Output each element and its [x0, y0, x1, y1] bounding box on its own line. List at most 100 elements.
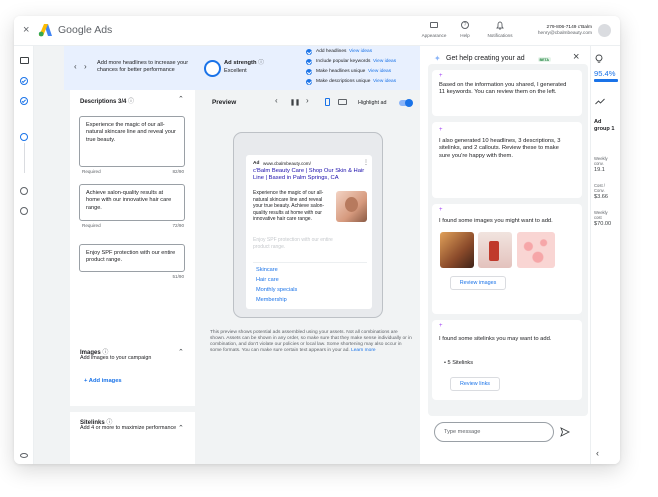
message-text: I found some images you might want to ad… — [439, 218, 553, 224]
close-icon[interactable]: × — [23, 24, 29, 36]
step-done-icon[interactable] — [20, 97, 28, 105]
check-icon — [306, 69, 312, 75]
checklist-item: Make descriptions unique View ideas — [306, 79, 418, 87]
top-bar: × Google Ads Appearance ? Help Notificat… — [14, 16, 620, 46]
avatar[interactable] — [598, 24, 611, 37]
suggested-image-3[interactable] — [517, 232, 555, 268]
assistant-title: Get help creating your ad — [446, 55, 525, 62]
expand-icon[interactable]: ⌃ — [178, 348, 184, 356]
stat-label: Cost / Conv. — [594, 183, 605, 193]
beta-badge: BETA — [538, 57, 551, 62]
bullet-icon: • — [444, 360, 446, 366]
expand-icon[interactable]: ⌃ — [178, 424, 184, 432]
step-pending-icon[interactable] — [20, 187, 28, 195]
review-images-button[interactable]: Review images — [450, 276, 506, 290]
message-text: I found some sitelinks you may want to a… — [439, 336, 552, 342]
assistant-message-2: + I also generated 10 headlines, 3 descr… — [432, 122, 582, 198]
sparkle-icon: + — [439, 323, 443, 329]
close-assistant-icon[interactable]: × — [573, 51, 579, 63]
bell-icon[interactable] — [496, 21, 504, 30]
stat-label: Weekly cost — [594, 210, 608, 220]
description-field-2[interactable]: Achieve salon-quality results at home wi… — [79, 184, 185, 221]
assets-panel: Descriptions 3/4 ⓘ ⌃ Experience the magi… — [70, 90, 195, 346]
account-email: henry@cbalmbeauty.com — [537, 31, 592, 36]
prev-icon[interactable]: ‹ — [275, 96, 278, 105]
next-icon[interactable]: › — [306, 96, 309, 105]
chevron-left-icon[interactable]: ‹ — [74, 63, 77, 71]
checklist-text: Make descriptions unique — [316, 79, 371, 84]
suggested-image-1[interactable] — [440, 232, 474, 268]
view-ideas-link[interactable]: View ideas — [368, 69, 391, 75]
desktop-icon[interactable] — [338, 99, 347, 105]
help-label[interactable]: Help — [453, 33, 477, 39]
campaign-icon[interactable] — [20, 57, 29, 64]
checklist-text: Add headlines — [316, 49, 347, 54]
message-text: Based on the information you shared, I g… — [439, 82, 567, 96]
notifications-label[interactable]: Notifications — [480, 33, 520, 39]
message-text: I also generated 10 headlines, 3 descrip… — [439, 138, 561, 159]
description-field-1[interactable]: Experience the magic of our all-natural … — [79, 116, 185, 167]
left-rail — [14, 46, 34, 464]
add-images-button[interactable]: + Add images — [84, 378, 122, 384]
ad-strength-label: Ad strength ⓘ — [224, 60, 264, 66]
highlight-toggle[interactable] — [399, 99, 413, 107]
check-icon — [306, 49, 312, 55]
plus-icon: + — [84, 378, 88, 384]
sparkle-icon: + — [439, 207, 443, 213]
ad-url: www.cbalmbeauty.com/ — [263, 161, 311, 166]
ad-strength-banner: ‹ › Add more headlines to increase your … — [64, 46, 420, 90]
collapse-icon[interactable]: ⌃ — [178, 95, 184, 103]
checklist-text: Make headlines unique — [316, 69, 366, 74]
step-pending-icon[interactable] — [20, 207, 28, 215]
preview-footnote: This preview shows potential ads assembl… — [210, 330, 412, 353]
ad-card: Ad www.cbalmbeauty.com/ ⋮ c'Balm Beauty … — [246, 155, 372, 309]
ad-strength-value: Excellent — [224, 68, 247, 74]
ad-description-faded: Enjoy SPF protection with our entire pro… — [253, 237, 333, 250]
app-title: Google Ads — [58, 24, 113, 36]
sparkle-icon: ✦ — [434, 54, 441, 63]
view-ideas-link[interactable]: View ideas — [349, 49, 372, 55]
stat-value: 19.1 — [594, 167, 605, 173]
view-ideas-link[interactable]: View ideas — [373, 79, 396, 85]
images-section: Images ⓘ Add images to your campaign ⌃ +… — [70, 342, 195, 406]
info-icon: ⓘ — [258, 60, 264, 66]
ad-sitelink[interactable]: Skincare — [256, 267, 278, 274]
preview-title: Preview — [212, 99, 237, 106]
assistant-message-4: + I found some sitelinks you may want to… — [432, 320, 582, 400]
send-icon[interactable] — [560, 427, 570, 437]
stat-label: Weekly conv. — [594, 156, 608, 166]
stat-value: $3.66 — [594, 194, 608, 200]
right-panel: 95.4% Ad group 1 Weekly conv. 19.1 Cost / … — [590, 46, 620, 464]
description-field-3[interactable]: Enjoy SPF protection with our entire pro… — [79, 244, 185, 272]
message-input[interactable]: Type message — [434, 422, 554, 442]
appearance-icon[interactable] — [430, 22, 438, 28]
appearance-label[interactable]: Appearance — [418, 33, 450, 39]
step-done-icon[interactable] — [20, 77, 28, 85]
suggested-image-2[interactable] — [478, 232, 512, 268]
field-counter: 72/90 — [172, 223, 185, 228]
ad-sitelink[interactable]: Membership — [256, 297, 287, 304]
review-links-button[interactable]: Review links — [450, 377, 500, 391]
view-ideas-link[interactable]: View ideas — [373, 59, 396, 65]
more-icon[interactable]: ⋮ — [363, 159, 369, 166]
learn-more-link[interactable]: Learn more — [351, 348, 376, 353]
ad-thumbnail-image — [336, 191, 367, 222]
ad-sitelink[interactable]: Monthly specials — [256, 287, 297, 294]
images-subtitle: Add images to your campaign — [80, 355, 152, 361]
mobile-icon[interactable] — [325, 98, 330, 106]
ad-sitelink[interactable]: Hair care — [256, 277, 279, 284]
trend-icon — [595, 98, 605, 105]
group-label: group 1 — [594, 126, 615, 132]
help-icon[interactable]: ? — [461, 21, 469, 29]
chevron-right-icon[interactable]: › — [84, 63, 87, 71]
ad-headline[interactable]: c'Balm Beauty Care | Shop Our Skin & Hai… — [253, 168, 367, 182]
banner-tip: Add more headlines to increase your chan… — [97, 60, 189, 73]
step-current-icon[interactable] — [20, 133, 28, 141]
check-icon — [306, 59, 312, 65]
phone-mockup: Ad www.cbalmbeauty.com/ ⋮ c'Balm Beauty … — [233, 132, 383, 318]
eye-icon[interactable] — [20, 453, 28, 458]
pause-icon[interactable]: ❚❚ — [290, 99, 300, 106]
collapse-panel-icon[interactable]: ‹ — [596, 448, 599, 458]
sparkle-icon: + — [439, 73, 443, 79]
ad-description: Experience the magic of our all-natural … — [253, 190, 325, 223]
